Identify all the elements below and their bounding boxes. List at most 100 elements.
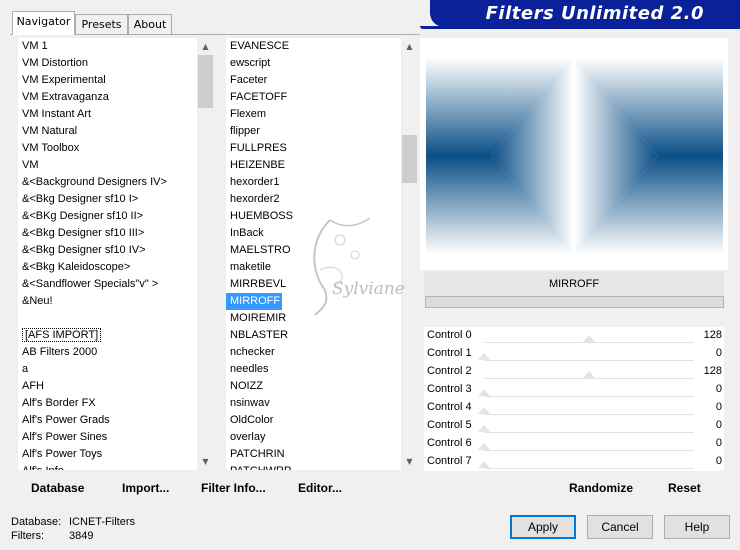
control-value: 128 [703,329,722,341]
import-button[interactable]: Import... [122,481,169,495]
category-item-label: [AFS IMPORT] [22,328,102,342]
control-row: Control 5 0 [424,417,724,435]
filter-item[interactable]: ewscript [226,55,293,72]
control-value: 128 [703,365,722,377]
filter-item[interactable]: MAELSTRO [226,242,293,259]
scroll-up-icon[interactable]: ▲ [401,38,418,55]
progress-bar [425,296,724,308]
control-row: Control 7 0 [424,453,724,471]
filter-item[interactable]: NBLASTER [226,327,293,344]
control-slider[interactable] [484,360,694,361]
category-item[interactable]: [AFS IMPORT] [18,327,167,344]
filter-item[interactable]: Flexem [226,106,293,123]
control-slider-thumb[interactable] [583,335,596,342]
category-item[interactable]: VM Instant Art [18,106,167,123]
category-item[interactable]: VM 1 [18,38,167,55]
filter-item-selected[interactable]: MIRROFF [226,293,283,310]
category-item[interactable]: AFH [18,378,167,395]
filter-item[interactable]: overlay [226,429,293,446]
category-item[interactable]: &<Bkg Designer sf10 IV> [18,242,167,259]
scroll-thumb[interactable] [402,135,417,183]
cancel-button[interactable]: Cancel [587,515,653,539]
category-item[interactable]: VM Toolbox [18,140,167,157]
category-item[interactable] [18,310,167,327]
category-item[interactable]: VM [18,157,167,174]
category-item[interactable]: a [18,361,167,378]
filter-item[interactable]: InBack [226,225,293,242]
scroll-down-icon[interactable]: ▼ [197,453,214,470]
filter-item[interactable]: MOIREMIR [226,310,293,327]
category-item[interactable]: Alf's Border FX [18,395,167,412]
filter-item[interactable]: NOIZZ [226,378,293,395]
control-slider-thumb[interactable] [478,353,490,360]
filter-item[interactable]: Faceter [226,72,293,89]
filter-item[interactable]: nchecker [226,344,293,361]
control-slider[interactable] [484,396,694,397]
control-label: Control 6 [427,437,472,449]
control-slider-thumb[interactable] [478,443,490,450]
category-item[interactable]: VM Experimental [18,72,167,89]
category-item[interactable]: &<Bkg Designer sf10 III> [18,225,167,242]
help-button[interactable]: Help [664,515,730,539]
category-item[interactable]: &<BKg Designer sf10 II> [18,208,167,225]
database-button[interactable]: Database [31,481,84,495]
tab-about[interactable]: About [128,14,172,34]
database-value: ICNET-Filters [69,516,135,528]
control-slider-thumb[interactable] [478,461,490,468]
category-item[interactable]: VM Natural [18,123,167,140]
filter-item[interactable]: maketile [226,259,293,276]
control-slider[interactable] [484,378,694,379]
filter-item[interactable]: PATCHWRP [226,463,293,470]
filter-item[interactable]: MIRRBEVL [226,276,293,293]
control-slider[interactable] [484,414,694,415]
filter-item[interactable]: FACETOFF [226,89,293,106]
category-item[interactable]: Alf's Power Toys [18,446,167,463]
category-scrollbar[interactable]: ▲ ▼ [197,38,214,470]
filter-item[interactable]: needles [226,361,293,378]
filter-item[interactable]: HEIZENBE [226,157,293,174]
category-item[interactable]: AB Filters 2000 [18,344,167,361]
control-slider[interactable] [484,450,694,451]
scroll-up-icon[interactable]: ▲ [197,38,214,55]
category-list[interactable]: VM 1 VM Distortion VM Experimental VM Extra… [18,38,167,470]
control-slider[interactable] [484,342,694,343]
scroll-down-icon[interactable]: ▼ [401,453,418,470]
randomize-button[interactable]: Randomize [569,481,633,495]
filters-label: Filters: [11,530,44,542]
tab-presets[interactable]: Presets [75,14,128,34]
control-label: Control 1 [427,347,472,359]
filter-item[interactable]: HUEMBOSS [226,208,293,225]
control-slider-thumb[interactable] [478,425,490,432]
filter-item[interactable]: EVANESCE [226,38,293,55]
control-slider-thumb[interactable] [583,371,596,378]
category-item[interactable]: VM Distortion [18,55,167,72]
control-row: Control 2 128 [424,363,724,381]
filter-list[interactable]: EVANESCE ewscript Faceter FACETOFF Flexem fli… [226,38,293,470]
category-item[interactable]: &<Bkg Designer sf10 I> [18,191,167,208]
control-slider[interactable] [484,468,694,469]
filter-item[interactable]: flipper [226,123,293,140]
category-item[interactable]: Alf's Info [18,463,167,470]
category-item[interactable]: Alf's Power Grads [18,412,167,429]
tab-navigator[interactable]: Navigator [12,11,75,35]
reset-button[interactable]: Reset [668,481,701,495]
category-item[interactable]: VM Extravaganza [18,89,167,106]
editor-button[interactable]: Editor... [298,481,342,495]
category-item[interactable]: Alf's Power Sines [18,429,167,446]
scroll-thumb[interactable] [198,55,213,108]
category-item[interactable]: &<Bkg Kaleidoscope> [18,259,167,276]
filter-item[interactable]: hexorder2 [226,191,293,208]
filter-item[interactable]: nsinwav [226,395,293,412]
filter-item[interactable]: OldColor [226,412,293,429]
filter-info-button[interactable]: Filter Info... [201,481,266,495]
filter-item[interactable]: FULLPRES [226,140,293,157]
control-slider-thumb[interactable] [478,407,490,414]
apply-button[interactable]: Apply [510,515,576,539]
category-item[interactable]: &<Background Designers IV> [18,174,167,191]
filter-item[interactable]: PATCHRIN [226,446,293,463]
control-slider[interactable] [484,432,694,433]
control-slider-thumb[interactable] [478,389,490,396]
filter-item[interactable]: hexorder1 [226,174,293,191]
category-item[interactable]: &Neu! [18,293,167,310]
category-item[interactable]: &<Sandflower Specials"v" > [18,276,167,293]
